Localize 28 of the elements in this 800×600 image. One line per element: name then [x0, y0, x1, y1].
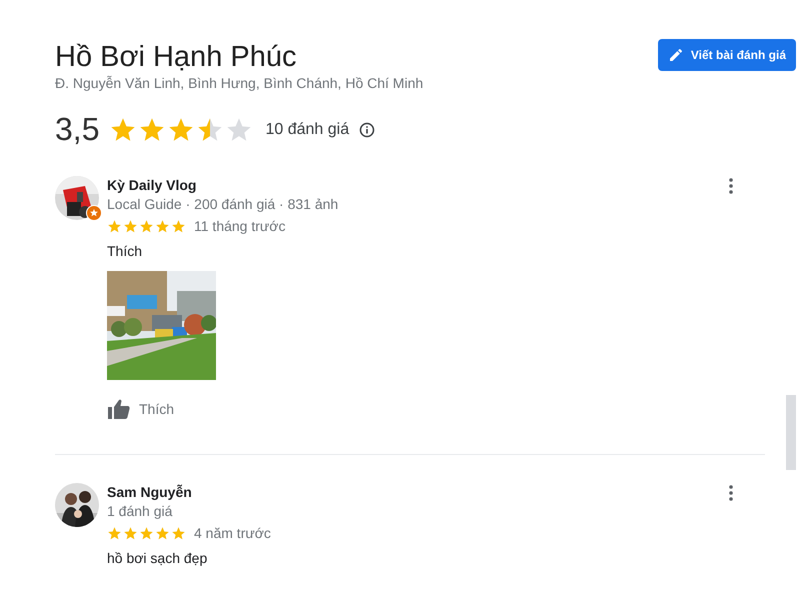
reviewer-meta: 1 đánh giá	[107, 502, 174, 521]
scrollbar-thumb[interactable]	[786, 395, 796, 470]
like-button[interactable]: Thích	[107, 398, 174, 420]
star-icon	[107, 218, 122, 234]
review-count: 10 đánh giá	[265, 120, 350, 138]
review-time: 11 tháng trước	[194, 218, 286, 234]
thumbs-up-icon	[107, 398, 131, 420]
pencil-icon	[668, 47, 684, 63]
star-icon	[171, 526, 186, 540]
rating-value: 3,5	[55, 111, 100, 148]
review-text: hồ bơi sạch đẹp	[107, 550, 208, 566]
review-time: 4 năm trước	[194, 525, 271, 541]
write-review-button[interactable]: Viết bài đánh giá	[658, 39, 796, 71]
star-icon	[123, 218, 138, 234]
star-icon	[139, 526, 154, 540]
star-icon	[107, 526, 122, 540]
info-icon[interactable]	[359, 122, 376, 138]
place-title: Hồ Bơi Hạnh Phúc	[55, 40, 296, 74]
star-icon	[171, 218, 186, 234]
star-icon	[123, 526, 138, 540]
place-address: Đ. Nguyễn Văn Linh, Bình Hưng, Bình Chánh, Hồ Chí Minh	[55, 75, 424, 91]
reviewer-name[interactable]: Sam Nguyễn	[107, 483, 271, 501]
reviewer-meta: Local Guide · 200 đánh giá · 831 ảnh	[107, 195, 338, 214]
star-icon	[155, 526, 170, 540]
star-icon	[139, 218, 154, 234]
reviewer-name[interactable]: Kỳ Daily Vlog	[107, 176, 338, 194]
review-text: Thích	[107, 243, 144, 259]
star-icon	[155, 218, 170, 234]
